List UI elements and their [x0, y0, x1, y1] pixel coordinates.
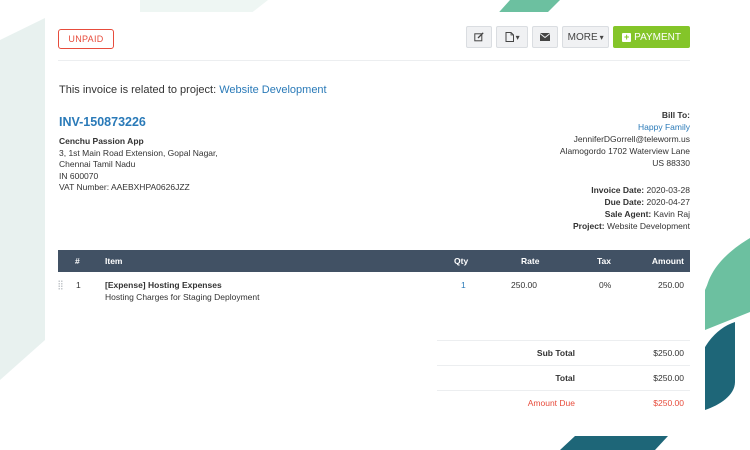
chevron-down-icon: ▾	[515, 32, 520, 42]
invoice-meta: Invoice Date: 2020-03-28 Due Date: 2020-…	[573, 184, 690, 232]
email-button[interactable]	[532, 26, 559, 48]
client-address: Alamogordo 1702 Waterview Lane	[559, 146, 690, 156]
row-description: Hosting Charges for Staging Deployment	[105, 292, 260, 302]
pencil-square-icon	[474, 32, 484, 42]
header-divider	[58, 60, 690, 61]
payment-button[interactable]: + PAYMENT	[613, 26, 690, 48]
bill-to-heading: Bill To:	[661, 110, 690, 120]
row-item: [Expense] Hosting Expenses	[105, 280, 222, 290]
envelope-icon	[540, 33, 551, 41]
client-link[interactable]: Happy Family	[560, 121, 690, 133]
amount-due-row: Amount Due $250.00	[437, 390, 690, 415]
drag-handle-icon[interactable]	[58, 280, 63, 290]
chevron-down-icon: ▾	[599, 32, 604, 42]
row-number: 1	[76, 280, 81, 290]
invoice-card: UNPAID ▾ MORE ▾ + PAYMENT This invoice i…	[45, 12, 705, 410]
client-email: JenniferDGorrell@teleworm.us	[573, 134, 690, 144]
company-address-line2: Chennai Tamil Nadu	[59, 159, 136, 169]
edit-button[interactable]	[466, 26, 493, 48]
column-header-item: Item	[105, 256, 123, 266]
invoice-number: INV-150873226	[59, 115, 146, 129]
sale-agent: Kavin Raj	[653, 209, 690, 219]
more-label: MORE	[567, 31, 598, 43]
subtotal-label: Sub Total	[536, 348, 575, 358]
total-value: $250.00	[653, 373, 684, 383]
column-header-number: #	[75, 256, 80, 266]
sale-agent-row: Sale Agent: Kavin Raj	[573, 208, 690, 220]
sale-agent-label: Sale Agent:	[604, 209, 652, 219]
project-row: Project: Website Development	[573, 220, 690, 232]
related-project-link[interactable]: Website Development	[219, 84, 326, 96]
column-header-amount: Amount	[651, 256, 684, 266]
subtotal-row: Sub Total $250.00	[437, 340, 690, 365]
total-row: Total $250.00	[437, 365, 690, 390]
column-header-qty: Qty	[454, 256, 469, 266]
related-prefix: This invoice is related to project:	[59, 84, 217, 96]
due-date-row: Due Date: 2020-04-27	[573, 196, 690, 208]
due-date: 2020-04-27	[646, 197, 690, 207]
company-address-line3: IN 600070	[59, 170, 99, 181]
more-dropdown-button[interactable]: MORE ▾	[562, 26, 610, 48]
client-region: US 88330	[652, 158, 690, 168]
bill-to: Bill To: Happy Family JenniferDGorrell@t…	[560, 109, 690, 169]
row-rate: 250.00	[511, 280, 537, 290]
table-row: 1 [Expense] Hosting Expenses Hosting Cha…	[58, 278, 690, 314]
company-vat: VAT Number: AAEBXHPA0626JZZ	[59, 182, 190, 192]
amount-due-label: Amount Due	[527, 398, 575, 408]
project-label: Project:	[572, 221, 605, 231]
company-details: Cenchu Passion App 3, 1st Main Road Exte…	[59, 136, 218, 194]
project-name: Website Development	[607, 221, 690, 231]
plus-square-icon: +	[622, 31, 632, 42]
row-qty: 1	[461, 280, 466, 290]
column-header-rate: Rate	[521, 256, 540, 266]
status-badge: UNPAID	[58, 29, 114, 49]
invoice-date-label: Invoice Date:	[591, 185, 645, 195]
company-address-line1: 3, 1st Main Road Extension, Gopal Nagar,	[59, 147, 218, 158]
due-date-label: Due Date:	[604, 197, 645, 207]
row-amount: 250.00	[658, 280, 684, 290]
payment-label: PAYMENT	[634, 31, 681, 43]
invoice-date: 2020-03-28	[646, 185, 690, 195]
row-tax: 0%	[599, 280, 612, 290]
column-header-tax: Tax	[597, 256, 612, 266]
related-project-line: This invoice is related to project: Webs…	[59, 84, 327, 96]
company-name: Cenchu Passion App	[59, 136, 144, 146]
amount-due-value: $250.00	[653, 398, 684, 408]
invoice-toolbar: ▾ MORE ▾ + PAYMENT	[466, 26, 690, 48]
subtotal-value: $250.00	[653, 348, 684, 358]
items-table-header: # Item Qty Rate Tax Amount	[58, 250, 690, 272]
file-pdf-icon	[505, 32, 514, 42]
pdf-dropdown-button[interactable]: ▾	[496, 26, 529, 48]
invoice-date-row: Invoice Date: 2020-03-28	[573, 184, 690, 196]
total-label: Total	[555, 373, 575, 383]
totals: Sub Total $250.00 Total $250.00 Amount D…	[437, 340, 690, 415]
